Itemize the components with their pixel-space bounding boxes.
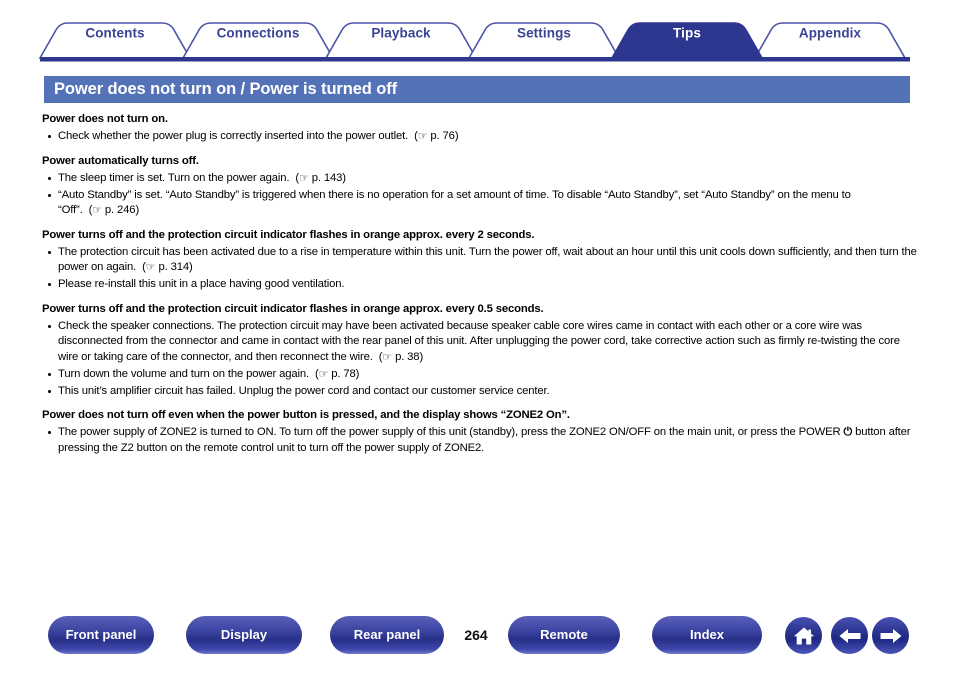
pointing-hand-icon: ☞ <box>145 261 156 274</box>
answer-item: Turn down the volume and turn on the pow… <box>40 367 918 383</box>
answer-text: Check whether the power plug is correctl… <box>58 130 409 142</box>
footer-nav: Front panel Display Rear panel 264 Remot… <box>0 616 954 658</box>
answer-text: “Auto Standby” is set. “Auto Standby” is… <box>58 188 851 217</box>
answer-list: Check whether the power plug is correctl… <box>40 129 918 145</box>
answer-list: The sleep timer is set. Turn on the powe… <box>40 171 918 219</box>
back-button[interactable] <box>831 617 868 654</box>
footer-button-rear-panel-label: Rear panel <box>353 626 421 642</box>
answer-text: Check the speaker connections. The prote… <box>58 319 900 363</box>
answer-list: The protection circuit has been activate… <box>40 245 918 293</box>
tab-appendix[interactable]: Appendix <box>799 26 861 41</box>
page-reference-label: p. 78 <box>328 367 356 380</box>
answer-text: This unit’s amplifier circuit has failed… <box>58 384 550 397</box>
question-heading: Power turns off and the protection circu… <box>42 302 544 315</box>
qa-block: Power does not turn off even when the po… <box>40 408 918 456</box>
page-reference-link[interactable]: (☞ p. 78) <box>309 367 359 381</box>
qa-block: Power does not turn on. Check whether the… <box>40 112 918 145</box>
answer-item: The protection circuit has been activate… <box>40 245 918 276</box>
pointing-hand-icon: ☞ <box>318 368 329 380</box>
page-reference-label: p. 38 <box>392 350 420 363</box>
page-title: Power does not turn on / Power is turned… <box>44 76 910 103</box>
footer-button-display-label: Display <box>220 626 268 642</box>
page-reference-link[interactable]: (☞ p. 143) <box>289 171 346 185</box>
footer-button-front-panel-label: Front panel <box>65 626 137 642</box>
power-symbol-icon: ⏻ <box>843 426 853 438</box>
qa-block: Power turns off and the protection circu… <box>40 228 918 293</box>
tab-bar: Contents Connections Playback Settings T… <box>0 0 954 68</box>
answer-text: The sleep timer is set. Turn on the powe… <box>58 171 290 184</box>
answer-item: “Auto Standby” is set. “Auto Standby” is… <box>40 188 918 219</box>
answer-item: The sleep timer is set. Turn on the powe… <box>40 171 918 187</box>
page-number: 264 <box>464 627 488 643</box>
footer-button-remote[interactable]: Remote <box>508 616 620 654</box>
page-reference-label: p. 143 <box>308 171 343 184</box>
question-heading: Power does not turn on. <box>42 113 168 125</box>
page-reference-link[interactable]: (☞ p. 314) <box>136 261 193 274</box>
tab-playback[interactable]: Playback <box>371 26 430 41</box>
tab-connections[interactable]: Connections <box>217 26 300 41</box>
pointing-hand-icon: ☞ <box>382 351 393 363</box>
page-reference-label: p. 246 <box>101 204 136 216</box>
content-area: Power does not turn on. Check whether the… <box>40 112 918 465</box>
pointing-hand-icon: ☞ <box>299 172 309 184</box>
answer-item: The power supply of ZONE2 is turned to O… <box>40 425 918 456</box>
footer-button-front-panel[interactable]: Front panel <box>48 616 154 654</box>
qa-block: Power automatically turns off. The sleep … <box>40 154 918 219</box>
answer-item: Check whether the power plug is correctl… <box>40 129 918 145</box>
footer-button-remote-label: Remote <box>540 626 588 642</box>
answer-item: This unit’s amplifier circuit has failed… <box>40 384 918 400</box>
answer-item: Please re-install this unit in a place h… <box>40 277 918 293</box>
footer-button-index[interactable]: Index <box>652 616 762 654</box>
qa-block: Power turns off and the protection circu… <box>40 302 918 400</box>
page-reference-link[interactable]: (☞ p. 38) <box>373 350 423 364</box>
question-heading: Power does not turn off even when the po… <box>42 409 570 421</box>
answer-list: Check the speaker connections. The prote… <box>40 319 918 400</box>
footer-button-rear-panel[interactable]: Rear panel <box>330 616 444 654</box>
footer-button-display[interactable]: Display <box>186 616 302 654</box>
page-reference-link[interactable]: (☞ p. 76) <box>408 130 458 143</box>
tab-bar-rule <box>40 57 910 62</box>
page-reference-link[interactable]: (☞ p. 246) <box>83 204 140 217</box>
page-reference-label: p. 314 <box>155 261 189 273</box>
pointing-hand-icon: ☞ <box>417 130 428 143</box>
answer-text: The power supply of ZONE2 is turned to O… <box>58 426 844 438</box>
footer-button-index-label: Index <box>690 626 724 642</box>
page-reference-label: p. 76 <box>427 130 455 142</box>
pointing-hand-icon: ☞ <box>92 204 102 217</box>
answer-text: Please re-install this unit in a place h… <box>58 278 345 290</box>
answer-item: Check the speaker connections. The prote… <box>40 319 918 366</box>
tab-settings[interactable]: Settings <box>517 26 571 41</box>
forward-button[interactable] <box>872 617 909 654</box>
question-heading: Power automatically turns off. <box>42 154 199 167</box>
tab-contents[interactable]: Contents <box>85 26 144 41</box>
tab-tips[interactable]: Tips <box>673 26 701 41</box>
answer-text: Turn down the volume and turn on the pow… <box>58 367 309 380</box>
answer-list: The power supply of ZONE2 is turned to O… <box>40 425 918 456</box>
home-button[interactable] <box>785 617 822 654</box>
question-heading: Power turns off and the protection circu… <box>42 228 535 241</box>
